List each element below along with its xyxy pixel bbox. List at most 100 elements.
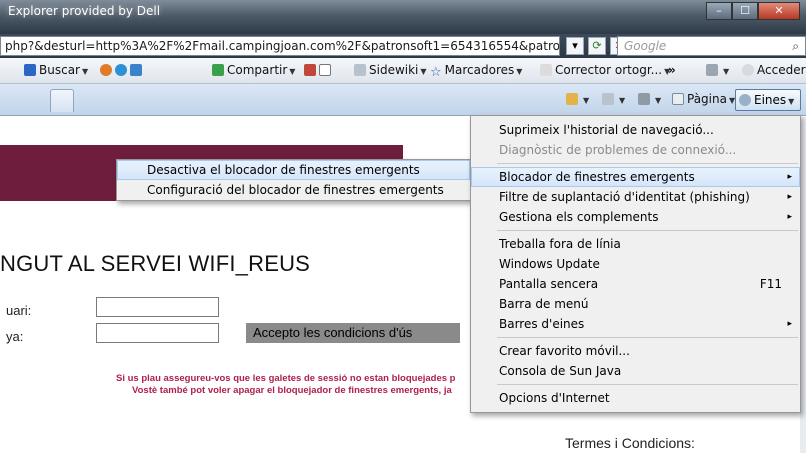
spellcheck-icon — [540, 64, 552, 76]
window-icon — [319, 64, 331, 76]
chevron-down-icon: ▼ — [583, 96, 590, 105]
star-outline-icon: ☆ — [430, 65, 442, 80]
menu-bar-item[interactable]: Barra de menú — [471, 294, 800, 314]
submenu-arrow-icon: ▸ — [787, 172, 792, 182]
toolbar-compartir-label: Compartir — [227, 63, 288, 77]
home-button[interactable]: ▼ — [566, 92, 589, 106]
feeds-icon — [602, 93, 614, 105]
password-input[interactable] — [96, 323, 219, 343]
submenu-arrow-icon: ▸ — [787, 319, 792, 329]
chevron-down-icon: ▼ — [619, 96, 626, 105]
menu-separator — [497, 230, 798, 231]
page-heading: NGUT AL SERVEI WIFI_REUS — [0, 251, 311, 276]
fullscreen-label: Pantalla sencera — [499, 277, 599, 291]
chevron-down-icon: ▼ — [420, 67, 427, 76]
accept-terms-button[interactable]: Accepto les condicions d'ús — [246, 323, 460, 343]
minimize-button[interactable]: – — [706, 2, 732, 20]
new-tab-button[interactable] — [50, 89, 74, 112]
toolbar-acceder-label: Acceder — [757, 63, 806, 77]
toolbar-marcadores-label: Marcadores — [444, 63, 515, 77]
home-icon — [566, 93, 578, 105]
print-button[interactable]: ▼ — [638, 92, 661, 106]
toolbar-sidewiki-button[interactable]: Sidewiki ▼ — [354, 63, 427, 77]
chevron-down-icon: ▼ — [516, 67, 523, 76]
star-icon — [100, 64, 112, 76]
toolbar-wrench-button[interactable]: ▼ — [706, 63, 729, 77]
sun-java-console-item[interactable]: Consola de Sun Java — [471, 361, 800, 381]
toolbar-corrector-button[interactable]: Corrector ortogr... ▼ — [540, 63, 670, 77]
feeds-button[interactable]: ▼ — [602, 92, 625, 106]
page-icon — [672, 93, 684, 105]
toolbar-more-button[interactable]: » — [668, 63, 676, 77]
tab-row: ▼ ▼ ▼ Pàgina ▼ Eines ▼ — [0, 84, 806, 116]
manage-addons-item[interactable]: Gestiona els complements ▸ — [471, 207, 800, 227]
manage-addons-label: Gestiona els complements — [499, 210, 659, 224]
notice-line-1: Si us plau assegureu-vos que les galetes… — [116, 373, 456, 384]
terms-heading: Termes i Condicions: — [565, 435, 695, 451]
tools-menu-label: Eines — [754, 93, 787, 107]
submenu-arrow-icon: ▸ — [787, 192, 792, 202]
search-icon[interactable]: ⌕ — [792, 37, 799, 55]
wrench-icon — [706, 64, 718, 76]
close-button[interactable]: ✕ — [758, 2, 800, 20]
popup-blocker-settings-item[interactable]: Configuració del blocador de finestres e… — [117, 180, 470, 200]
search-input[interactable]: Google ⌕ — [617, 36, 806, 56]
chevron-down-icon: ▼ — [723, 67, 730, 76]
windows-update-item[interactable]: Windows Update — [471, 254, 800, 274]
menu-separator — [497, 163, 798, 164]
menu-separator — [497, 337, 798, 338]
chevron-down-icon: ▼ — [289, 67, 296, 76]
address-bar: php?&desturl=http%3A%2F%2Fmail.campingjo… — [0, 34, 806, 58]
password-label: ya: — [6, 329, 24, 344]
fullscreen-item[interactable]: Pantalla sencera F11 — [471, 274, 800, 294]
buscar-icon — [24, 64, 36, 76]
toolbar-buscar-label: Buscar — [39, 63, 80, 77]
user-label: uari: — [6, 303, 32, 318]
toolbar-corrector-label: Corrector ortogr... — [555, 63, 663, 77]
page-menu-label: Pàgina — [687, 92, 727, 106]
print-icon — [638, 93, 650, 105]
title-bar: Explorer provided by Dell – ☐ ✕ — [0, 0, 806, 34]
toolbars-item[interactable]: Barres d'eines ▸ — [471, 314, 800, 334]
chevron-down-icon: ▼ — [788, 97, 795, 106]
url-field[interactable]: php?&desturl=http%3A%2F%2Fmail.campingjo… — [0, 36, 560, 56]
phishing-filter-label: Filtre de suplantació d'identitat (phish… — [499, 190, 750, 204]
window-title: Explorer provided by Dell — [8, 4, 161, 18]
maximize-button[interactable]: ☐ — [732, 2, 758, 20]
popup-blocker-label: Blocador de finestres emergents — [499, 170, 695, 184]
chevron-down-icon: ▼ — [81, 67, 89, 76]
chevron-down-icon: ▼ — [655, 96, 662, 105]
toolbar-buscar-button[interactable]: Buscar ▼ — [24, 63, 88, 77]
gear-icon — [739, 94, 751, 106]
toolbar-marcadores-button[interactable]: ☆ Marcadores ▼ — [430, 63, 523, 80]
internet-options-item[interactable]: Opcions d'Internet — [471, 388, 800, 408]
page-menu-button[interactable]: Pàgina ▼ — [672, 92, 735, 106]
phishing-filter-item[interactable]: Filtre de suplantació d'identitat (phish… — [471, 187, 800, 207]
globe-icon — [115, 64, 127, 76]
work-offline-item[interactable]: Treballa fora de línia — [471, 234, 800, 254]
notice-line-2: Vostè també pot voler apagar el bloqueja… — [132, 385, 452, 396]
window-controls: – ☐ ✕ — [706, 2, 800, 20]
search-placeholder: Google — [624, 39, 667, 53]
toolbars-label: Barres d'eines — [499, 317, 585, 331]
disable-popup-blocker-item[interactable]: Desactiva el blocador de finestres emerg… — [117, 160, 470, 180]
popup-blocker-item[interactable]: Blocador de finestres emergents ▸ — [471, 167, 800, 187]
fullscreen-shortcut: F11 — [759, 277, 782, 291]
user-input[interactable] — [96, 297, 219, 317]
toolbar-acceder-button[interactable]: Acceder — [742, 63, 806, 77]
address-dropdown-icon[interactable]: ▾ — [566, 37, 584, 55]
delete-history-item[interactable]: Suprimeix l'historial de navegació... — [471, 120, 800, 140]
share-icon — [212, 64, 224, 76]
blogger-icon — [304, 64, 316, 76]
toolbar-icons-group[interactable] — [100, 63, 145, 77]
puzzle-icon — [130, 64, 142, 76]
menu-separator — [497, 384, 798, 385]
toolbar-compartir-button[interactable]: Compartir ▼ — [212, 63, 295, 77]
toolbar-misc-group[interactable] — [304, 63, 334, 77]
popup-blocker-submenu: Desactiva el blocador de finestres emerg… — [116, 159, 471, 201]
refresh-icon[interactable]: ⟳ — [588, 37, 606, 55]
mobile-favorite-item[interactable]: Crear favorito móvil... — [471, 341, 800, 361]
tools-menu-button[interactable]: Eines ▼ — [735, 89, 801, 111]
submenu-arrow-icon: ▸ — [787, 212, 792, 222]
links-toolbar: Buscar ▼ Compartir ▼ Sidewiki ▼ ☆ Marcadores… — [0, 58, 806, 84]
